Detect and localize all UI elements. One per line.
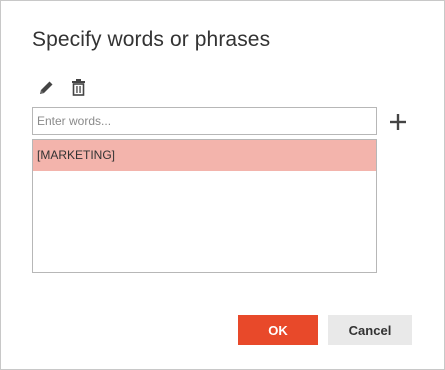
words-list: [MARKETING] [32, 139, 377, 273]
pencil-icon[interactable] [37, 78, 55, 96]
words-input-wrapper [32, 107, 377, 135]
list-toolbar [37, 77, 87, 97]
words-input[interactable] [33, 108, 376, 134]
plus-icon[interactable] [388, 112, 408, 132]
specify-words-dialog: Specify words or phrases Enter words... … [0, 0, 445, 370]
dialog-title: Specify words or phrases [32, 28, 271, 51]
list-item[interactable]: [MARKETING] [33, 140, 376, 171]
ok-button[interactable]: OK [238, 315, 318, 345]
list-item-label: [MARKETING] [37, 148, 116, 162]
trash-icon[interactable] [69, 78, 87, 96]
cancel-button[interactable]: Cancel [328, 315, 412, 345]
